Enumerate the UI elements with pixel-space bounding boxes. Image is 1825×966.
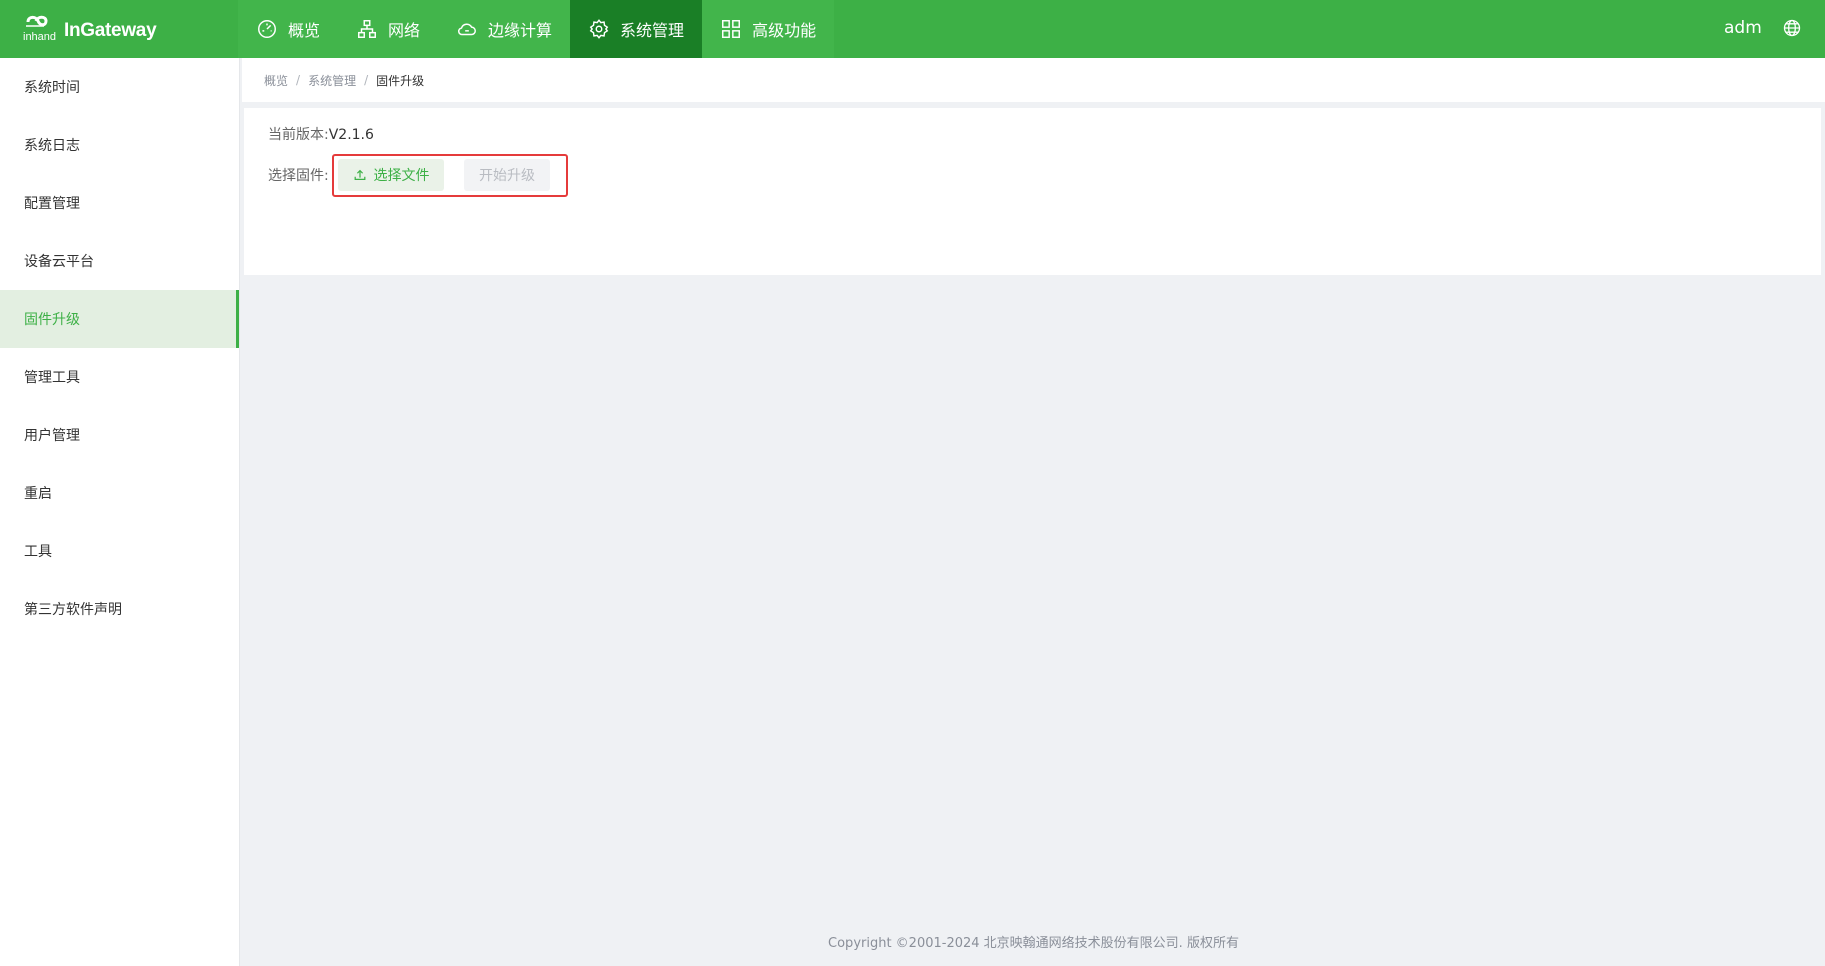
top-bar: inhand InGateway 概览 网络 边缘计算 系统管理 高级功能 ad… (0, 0, 1825, 58)
nav-system-management[interactable]: 系统管理 (570, 0, 703, 58)
sidebar-item-label: 工具 (24, 544, 52, 560)
select-firmware-label: 选择固件: (268, 168, 329, 184)
sidebar-item-label: 管理工具 (24, 370, 80, 386)
logo-small-text: inhand (23, 31, 57, 43)
sidebar-item-cloud-platform[interactable]: 设备云平台 (0, 232, 239, 290)
start-upgrade-label: 开始升级 (479, 168, 535, 184)
breadcrumb-overview[interactable]: 概览 (264, 72, 288, 89)
sidebar-item-user-management[interactable]: 用户管理 (0, 406, 239, 464)
grid-icon (722, 20, 741, 38)
sidebar-item-reboot[interactable]: 重启 (0, 464, 239, 522)
breadcrumb-separator: / (296, 73, 301, 87)
sidebar-item-management-tools[interactable]: 管理工具 (0, 348, 239, 406)
upload-icon (354, 169, 365, 180)
breadcrumb-separator: / (364, 73, 369, 87)
nav-edge-computing[interactable]: 边缘计算 (438, 0, 571, 58)
sidebar-item-label: 用户管理 (24, 428, 80, 444)
current-version-label: 当前版本: (268, 127, 329, 143)
nav-overview[interactable]: 概览 (238, 0, 339, 58)
brand-name: InGateway (64, 20, 157, 41)
network-icon (358, 20, 376, 38)
choose-file-label: 选择文件 (373, 168, 430, 184)
nav-overview-label: 概览 (288, 21, 321, 40)
gear-icon (589, 19, 609, 39)
nav-network[interactable]: 网络 (338, 0, 439, 58)
sidebar-item-third-party-notice[interactable]: 第三方软件声明 (0, 580, 239, 638)
sidebar-item-label: 固件升级 (24, 312, 80, 328)
sidebar-item-system-time[interactable]: 系统时间 (0, 58, 239, 116)
nav-advanced-label: 高级功能 (752, 21, 817, 40)
sidebar-item-system-log[interactable]: 系统日志 (0, 116, 239, 174)
nav-system-management-label: 系统管理 (620, 21, 685, 40)
inhand-logo-icon: inhand (22, 12, 62, 46)
nav-advanced[interactable]: 高级功能 (702, 0, 835, 58)
breadcrumb-system-management[interactable]: 系统管理 (308, 72, 356, 89)
cloud-icon (458, 23, 477, 36)
breadcrumb: 概览 / 系统管理 / 固件升级 (242, 58, 1825, 102)
sidebar-item-label: 第三方软件声明 (24, 602, 122, 618)
sidebar-item-label: 重启 (24, 486, 52, 502)
logo[interactable]: inhand InGateway (22, 12, 157, 46)
sidebar-item-firmware-upgrade[interactable]: 固件升级 (0, 290, 239, 348)
globe-icon[interactable] (1782, 18, 1802, 38)
current-version-value: V2.1.6 (328, 127, 374, 143)
nav-network-label: 网络 (388, 21, 421, 40)
sidebar-item-label: 设备云平台 (24, 254, 94, 270)
start-upgrade-button[interactable]: 开始升级 (464, 159, 550, 191)
dashboard-icon (258, 20, 276, 38)
sidebar-item-label: 系统时间 (24, 80, 80, 96)
nav-edge-computing-label: 边缘计算 (488, 21, 553, 40)
sidebar-item-label: 系统日志 (24, 138, 80, 154)
choose-file-button[interactable]: 选择文件 (338, 159, 444, 191)
current-version: 当前版本:V2.1.6 (268, 124, 374, 144)
breadcrumb-current: 固件升级 (376, 73, 425, 88)
sidebar: 系统时间 系统日志 配置管理 设备云平台 固件升级 管理工具 用户管理 重启 工… (0, 58, 240, 966)
footer-copyright: Copyright ©2001-2024 北京映翰通网络技术股份有限公司. 版权… (828, 936, 1239, 951)
user-menu[interactable]: adm (1724, 18, 1762, 38)
sidebar-item-label: 配置管理 (24, 196, 80, 212)
sidebar-item-config-management[interactable]: 配置管理 (0, 174, 239, 232)
sidebar-item-tools[interactable]: 工具 (0, 522, 239, 580)
main-nav: 概览 网络 边缘计算 系统管理 高级功能 (238, 0, 835, 58)
